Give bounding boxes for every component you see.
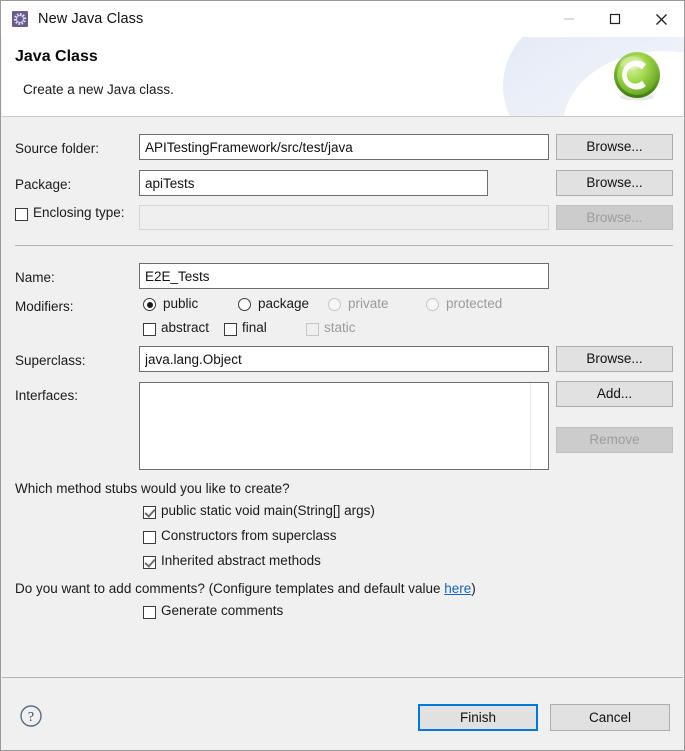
modifier-radio-public[interactable] — [143, 298, 156, 311]
maximize-icon[interactable] — [592, 1, 638, 37]
page-subtitle: Create a new Java class. — [23, 82, 174, 97]
stub-label-inherited: Inherited abstract methods — [161, 553, 321, 568]
java-class-green-c-icon — [614, 52, 660, 101]
modifier-radio-package[interactable] — [238, 298, 251, 311]
enclosing-type-label: Enclosing type: — [33, 205, 125, 220]
package-browse-button[interactable]: Browse... — [556, 170, 673, 196]
interfaces-remove-button: Remove — [556, 427, 673, 453]
window-controls — [546, 1, 684, 37]
new-java-class-dialog: New Java Class Java Class Create a new J… — [0, 0, 685, 751]
modifier-checkbox-static — [306, 323, 319, 336]
minimize-icon[interactable] — [546, 1, 592, 37]
modifier-label-public: public — [163, 296, 199, 311]
source-folder-label: Source folder: — [15, 141, 100, 156]
stub-checkbox-main[interactable] — [143, 506, 156, 519]
cancel-button[interactable]: Cancel — [550, 704, 670, 731]
name-input[interactable] — [139, 263, 549, 289]
package-input[interactable] — [139, 170, 488, 196]
enclosing-type-input — [139, 205, 549, 230]
modifier-label-package: package — [258, 296, 310, 311]
close-icon[interactable] — [638, 1, 684, 37]
title-bar: New Java Class — [1, 1, 684, 37]
generate-comments-label: Generate comments — [161, 603, 284, 618]
comments-question: Do you want to add comments? (Configure … — [15, 581, 476, 596]
modifier-label-private: private — [348, 296, 389, 311]
modifier-label-final: final — [242, 320, 267, 335]
method-stubs-question: Which method stubs would you like to cre… — [15, 481, 290, 496]
finish-button[interactable]: Finish — [418, 704, 538, 731]
modifier-radio-protected — [426, 298, 439, 311]
help-icon[interactable]: ? — [19, 704, 43, 728]
stub-label-main: public static void main(String[] args) — [161, 503, 375, 518]
source-folder-browse-button[interactable]: Browse... — [556, 134, 673, 160]
interfaces-list-scrollbar[interactable] — [530, 383, 548, 469]
page-title: Java Class — [15, 48, 98, 65]
wizard-header: Java Class Create a new Java class. — [2, 37, 683, 117]
interfaces-label: Interfaces: — [15, 388, 79, 403]
comments-question-suffix: ) — [471, 581, 476, 596]
enclosing-type-browse-button: Browse... — [556, 205, 673, 230]
interfaces-add-button[interactable]: Add... — [556, 381, 673, 407]
comments-question-prefix: Do you want to add comments? (Configure … — [15, 581, 445, 596]
package-label: Package: — [15, 177, 72, 192]
modifier-checkbox-final[interactable] — [224, 323, 237, 336]
modifier-label-abstract: abstract — [161, 320, 210, 335]
modifiers-label: Modifiers: — [15, 299, 74, 314]
dialog-content: Source folder: Browse... Package: Browse… — [2, 117, 683, 677]
window-title: New Java Class — [38, 11, 144, 27]
stub-checkbox-constructors[interactable] — [143, 531, 156, 544]
generate-comments-checkbox[interactable] — [143, 606, 156, 619]
section-divider — [15, 245, 673, 246]
superclass-browse-button[interactable]: Browse... — [556, 346, 673, 372]
modifier-label-protected: protected — [446, 296, 503, 311]
superclass-label: Superclass: — [15, 353, 86, 368]
enclosing-type-checkbox[interactable] — [15, 208, 28, 221]
eclipse-wizard-icon — [12, 11, 28, 27]
modifier-label-static: static — [324, 320, 356, 335]
configure-templates-link[interactable]: here — [444, 581, 471, 596]
stub-label-constructors: Constructors from superclass — [161, 528, 337, 543]
modifier-checkbox-abstract[interactable] — [143, 323, 156, 336]
source-folder-input[interactable] — [139, 134, 549, 160]
stub-checkbox-inherited[interactable] — [143, 556, 156, 569]
name-label: Name: — [15, 270, 55, 285]
interfaces-list[interactable] — [139, 382, 549, 470]
modifier-radio-private — [328, 298, 341, 311]
svg-text:?: ? — [28, 710, 34, 725]
superclass-input[interactable] — [139, 346, 549, 372]
